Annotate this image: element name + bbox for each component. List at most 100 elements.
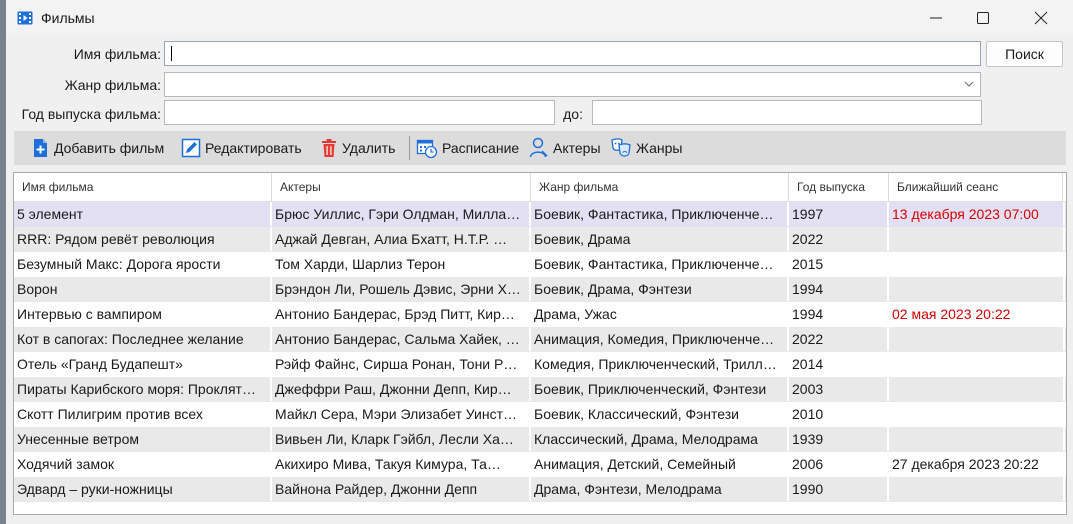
table-row[interactable]: Унесенные ветром Вивьен Ли, Кларк Гэйбл, … <box>14 427 1066 452</box>
table-row[interactable]: Кот в сапогах: Последнее желание Антонио … <box>14 327 1066 352</box>
cell-actors[interactable]: Рэйф Файнс, Сирша Ронан, Тони Р… <box>272 352 531 376</box>
year-from-input[interactable] <box>164 100 555 125</box>
table-row[interactable]: RRR: Рядом ревёт революция Аджай Девган, … <box>14 227 1066 252</box>
cell-genre[interactable]: Боевик, Фантастика, Приключенче… <box>531 202 789 226</box>
cell-film-name[interactable]: Пираты Карибского моря: Проклят… <box>14 377 272 401</box>
cell-session[interactable] <box>889 327 1065 351</box>
cell-year[interactable]: 2015 <box>789 252 889 276</box>
cell-year[interactable]: 2003 <box>789 377 889 401</box>
table-row[interactable]: 5 элемент Брюс Уиллис, Гэри Олдман, Милла… <box>14 202 1066 227</box>
column-header-name[interactable]: Имя фильма <box>14 173 272 201</box>
column-header-genre[interactable]: Жанр фильма <box>531 173 789 201</box>
cell-genre[interactable]: Анимация, Комедия, Приключенче… <box>531 327 789 351</box>
actors-label: Актеры <box>553 140 601 156</box>
cell-actors[interactable]: Брэндон Ли, Рошель Дэвис, Эрни Х… <box>272 277 531 301</box>
cell-year[interactable]: 1997 <box>789 202 889 226</box>
cell-year[interactable]: 1994 <box>789 302 889 326</box>
cell-film-name[interactable]: Эдвард – руки-ножницы <box>14 477 272 501</box>
cell-session[interactable] <box>889 377 1065 401</box>
minimize-button[interactable] <box>913 0 959 36</box>
close-button[interactable] <box>1018 0 1064 36</box>
cell-genre[interactable]: Боевик, Драма <box>531 227 789 251</box>
search-button[interactable]: Поиск <box>986 41 1063 67</box>
table-row[interactable]: Интервью с вампиром Антонио Бандерас, Брэ… <box>14 302 1066 327</box>
cell-year[interactable]: 2022 <box>789 327 889 351</box>
cell-actors[interactable]: Антонио Бандерас, Сальма Хайек, … <box>272 327 531 351</box>
cell-actors[interactable]: Акихиро Мива, Такуя Кимура, Та… <box>272 452 531 476</box>
table-row[interactable]: Отель «Гранд Будапешт» Рэйф Файнс, Сирша … <box>14 352 1066 377</box>
cell-genre[interactable]: Боевик, Классический, Фэнтези <box>531 402 789 426</box>
film-name-label: Имя фильма: <box>73 46 161 62</box>
cell-actors[interactable]: Аджай Девган, Алиа Бхатт, Н.Т.Р. … <box>272 227 531 251</box>
table-row[interactable]: Безумный Макс: Дорога ярости Том Харди, Ш… <box>14 252 1066 277</box>
table-row[interactable]: Ходячий замок Акихиро Мива, Такуя Кимура,… <box>14 452 1066 477</box>
cell-genre[interactable]: Классический, Драма, Мелодрама <box>531 427 789 451</box>
genre-select[interactable] <box>164 72 981 97</box>
cell-actors[interactable]: Майкл Сера, Мэри Элизабет Уинст… <box>272 402 531 426</box>
cell-genre[interactable]: Драма, Фэнтези, Мелодрама <box>531 477 789 501</box>
delete-button[interactable]: Удалить <box>320 131 395 165</box>
column-header-session[interactable]: Ближайший сеанс <box>889 173 1063 201</box>
cell-film-name[interactable]: Ворон <box>14 277 272 301</box>
cell-session[interactable] <box>889 427 1065 451</box>
cell-film-name[interactable]: Интервью с вампиром <box>14 302 272 326</box>
cell-session[interactable]: 27 декабря 2023 20:22 <box>889 452 1065 476</box>
cell-genre[interactable]: Драма, Ужас <box>531 302 789 326</box>
cell-film-name[interactable]: Унесенные ветром <box>14 427 272 451</box>
cell-actors[interactable]: Джеффри Раш, Джонни Депп, Кир… <box>272 377 531 401</box>
text-caret <box>171 46 172 61</box>
cell-film-name[interactable]: Скотт Пилигрим против всех <box>14 402 272 426</box>
cell-film-name[interactable]: Отель «Гранд Будапешт» <box>14 352 272 376</box>
edit-button[interactable]: Редактировать <box>181 131 302 165</box>
cell-genre[interactable]: Боевик, Фантастика, Приключенче… <box>531 252 789 276</box>
cell-year[interactable]: 2022 <box>789 227 889 251</box>
column-header-actors[interactable]: Актеры <box>272 173 531 201</box>
year-to-label: до: <box>563 106 583 122</box>
cell-film-name[interactable]: RRR: Рядом ревёт революция <box>14 227 272 251</box>
cell-session[interactable]: 02 мая 2023 20:22 <box>889 302 1065 326</box>
actors-button[interactable]: Актеры <box>529 131 601 165</box>
cell-year[interactable]: 1990 <box>789 477 889 501</box>
actor-person-icon <box>529 137 548 158</box>
title-bar[interactable]: Фильмы <box>6 0 1073 36</box>
cell-year[interactable]: 2010 <box>789 402 889 426</box>
film-app-icon <box>17 11 33 25</box>
cell-year[interactable]: 2006 <box>789 452 889 476</box>
genres-button[interactable]: Жанры <box>610 131 682 165</box>
cell-actors[interactable]: Вайнона Райдер, Джонни Депп <box>272 477 531 501</box>
cell-session[interactable] <box>889 277 1065 301</box>
maximize-button[interactable] <box>960 0 1006 36</box>
table-row[interactable]: Скотт Пилигрим против всех Майкл Сера, Мэ… <box>14 402 1066 427</box>
cell-actors[interactable]: Антонио Бандерас, Брэд Питт, Кир… <box>272 302 531 326</box>
table-row[interactable]: Пираты Карибского моря: Проклят… Джеффри … <box>14 377 1066 402</box>
cell-session[interactable]: 13 декабря 2023 07:00 <box>889 202 1065 226</box>
edit-label: Редактировать <box>205 140 302 156</box>
cell-session[interactable] <box>889 352 1065 376</box>
schedule-button[interactable]: Расписание <box>416 131 519 165</box>
cell-year[interactable]: 1939 <box>789 427 889 451</box>
cell-actors[interactable]: Том Харди, Шарлиз Терон <box>272 252 531 276</box>
column-header-year[interactable]: Год выпуска <box>789 173 889 201</box>
add-film-button[interactable]: Добавить фильм <box>32 131 164 165</box>
cell-session[interactable] <box>889 477 1065 501</box>
table-row[interactable]: Эдвард – руки-ножницы Вайнона Райдер, Джо… <box>14 477 1066 502</box>
table-row[interactable]: Ворон Брэндон Ли, Рошель Дэвис, Эрни Х… Бо… <box>14 277 1066 302</box>
cell-actors[interactable]: Брюс Уиллис, Гэри Олдман, Милла… <box>272 202 531 226</box>
cell-session[interactable] <box>889 227 1065 251</box>
cell-genre[interactable]: Комедия, Приключенческий, Трилл… <box>531 352 789 376</box>
cell-actors[interactable]: Вивьен Ли, Кларк Гэйбл, Лесли Ха… <box>272 427 531 451</box>
year-to-input[interactable] <box>592 100 982 125</box>
cell-film-name[interactable]: Кот в сапогах: Последнее желание <box>14 327 272 351</box>
film-name-input[interactable] <box>164 41 981 66</box>
year-label: Год выпуска фильма: <box>21 106 161 122</box>
cell-genre[interactable]: Боевик, Драма, Фэнтези <box>531 277 789 301</box>
cell-genre[interactable]: Анимация, Детский, Семейный <box>531 452 789 476</box>
cell-genre[interactable]: Боевик, Приключенческий, Фэнтези <box>531 377 789 401</box>
cell-session[interactable] <box>889 252 1065 276</box>
cell-year[interactable]: 1994 <box>789 277 889 301</box>
cell-film-name[interactable]: Безумный Макс: Дорога ярости <box>14 252 272 276</box>
cell-session[interactable] <box>889 402 1065 426</box>
cell-year[interactable]: 2014 <box>789 352 889 376</box>
cell-film-name[interactable]: Ходячий замок <box>14 452 272 476</box>
cell-film-name[interactable]: 5 элемент <box>14 202 272 226</box>
